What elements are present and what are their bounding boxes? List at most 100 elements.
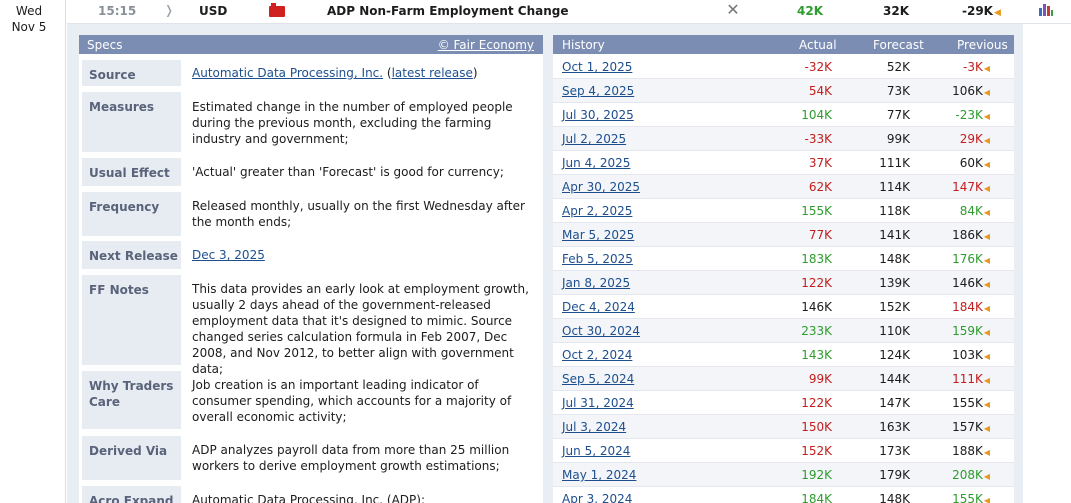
history-previous: 155K◀	[920, 396, 990, 410]
history-previous-value: 84K	[959, 204, 983, 218]
history-row: Sep 4, 2025 54K 73K 106K◀	[553, 79, 1014, 103]
history-actual: 77K	[808, 228, 832, 242]
history-previous-value: 176K	[952, 252, 983, 266]
history-date-link[interactable]: Sep 5, 2024	[562, 372, 634, 386]
history-previous-value: 188K	[952, 444, 983, 458]
history-row: Jul 31, 2024 122K 147K 155K◀	[553, 391, 1014, 415]
high-impact-folder-icon[interactable]	[269, 3, 285, 17]
history-col-actual: Actual	[799, 38, 837, 52]
spec-label-usual-effect: Usual Effect	[82, 158, 181, 186]
revision-arrow-icon: ◀	[983, 232, 990, 241]
history-forecast: 99K	[886, 132, 910, 146]
history-forecast: 77K	[886, 108, 910, 122]
specs-panel: Specs © Fair Economy Source Automatic Da…	[79, 35, 543, 503]
specs-title: Specs	[87, 38, 123, 52]
history-row: Apr 30, 2025 62K 114K 147K◀	[553, 175, 1014, 199]
history-previous: 146K◀	[920, 276, 990, 290]
history-actual: 99K	[808, 372, 832, 386]
history-actual: 150K	[801, 420, 832, 434]
revision-arrow-icon: ◀	[983, 280, 990, 289]
close-detail-icon[interactable]: ✕	[725, 2, 741, 18]
history-actual: 122K	[801, 396, 832, 410]
history-date-link[interactable]: Apr 30, 2025	[562, 180, 640, 194]
history-previous-value: 155K	[952, 396, 983, 410]
history-row: Oct 1, 2025 -32K 52K -3K◀	[553, 55, 1014, 79]
history-actual: 192K	[801, 468, 832, 482]
history-row: Oct 30, 2024 233K 110K 159K◀	[553, 319, 1014, 343]
revision-arrow-icon: ◀	[983, 64, 990, 73]
history-date-link[interactable]: Mar 5, 2025	[562, 228, 634, 242]
history-date-link[interactable]: Jul 30, 2025	[562, 108, 634, 122]
history-previous-value: 146K	[952, 276, 983, 290]
history-date-link[interactable]: Jun 4, 2025	[562, 156, 630, 170]
calendar-event-row[interactable]: 15:15 ❭ USD ADP Non-Farm Employment Chan…	[67, 0, 1071, 24]
next-release-link[interactable]: Dec 3, 2025	[192, 248, 265, 262]
date-month-day: Nov 5	[11, 20, 47, 34]
history-previous-value: 60K	[959, 156, 983, 170]
latest-release-link[interactable]: latest release	[392, 66, 473, 80]
history-forecast: 118K	[879, 204, 910, 218]
history-date-link[interactable]: Jul 31, 2024	[562, 396, 634, 410]
history-date-link[interactable]: Dec 4, 2024	[562, 300, 635, 314]
history-previous: 111K◀	[920, 372, 990, 386]
history-previous: -3K◀	[920, 60, 990, 74]
spec-value-why-traders-care: Job creation is an important leading ind…	[192, 378, 512, 424]
history-forecast: 148K	[879, 252, 910, 266]
revision-arrow-icon: ◀	[983, 88, 990, 97]
history-previous-value: 29K	[959, 132, 983, 146]
history-row: Jul 2, 2025 -33K 99K 29K◀	[553, 127, 1014, 151]
history-forecast: 111K	[879, 156, 910, 170]
history-previous: 188K◀	[920, 444, 990, 458]
history-previous-value: 103K	[952, 348, 983, 362]
history-row: Sep 5, 2024 99K 144K 111K◀	[553, 367, 1014, 391]
spec-value-frequency: Released monthly, usually on the first W…	[192, 199, 525, 229]
history-actual: 143K	[801, 348, 832, 362]
history-header: History Actual Forecast Previous	[553, 35, 1014, 54]
detail-arrow-icon: ❭	[164, 3, 175, 17]
history-forecast: 163K	[879, 420, 910, 434]
spec-label-why-traders-care: Why Traders Care	[82, 371, 181, 429]
history-previous: 159K◀	[920, 324, 990, 338]
revision-arrow-icon: ◀	[983, 448, 990, 457]
date-column: Wed Nov 5	[0, 0, 66, 503]
event-actual: 42K	[797, 4, 823, 18]
history-previous: 155K◀	[920, 492, 990, 503]
history-date-link[interactable]: Feb 5, 2025	[562, 252, 633, 266]
history-date-link[interactable]: Jan 8, 2025	[562, 276, 630, 290]
history-previous: 106K◀	[920, 84, 990, 98]
history-actual: 62K	[808, 180, 832, 194]
spec-value-usual-effect: 'Actual' greater than 'Forecast' is good…	[192, 165, 504, 179]
history-previous: 186K◀	[920, 228, 990, 242]
history-date-link[interactable]: Jul 3, 2024	[562, 420, 626, 434]
history-forecast: 73K	[886, 84, 910, 98]
revision-arrow-icon: ◀	[993, 8, 1001, 18]
event-time: 15:15	[98, 4, 137, 18]
history-row: Apr 2, 2025 155K 118K 84K◀	[553, 199, 1014, 223]
revision-arrow-icon: ◀	[983, 184, 990, 193]
history-previous: 147K◀	[920, 180, 990, 194]
history-previous: 176K◀	[920, 252, 990, 266]
source-link[interactable]: Automatic Data Processing, Inc.	[192, 66, 383, 80]
history-date-link[interactable]: May 1, 2024	[562, 468, 636, 482]
history-date-link[interactable]: Apr 3, 2024	[562, 492, 632, 503]
history-previous-value: 159K	[952, 324, 983, 338]
history-forecast: 110K	[879, 324, 910, 338]
history-date-link[interactable]: Apr 2, 2025	[562, 204, 632, 218]
history-date-link[interactable]: Oct 2, 2024	[562, 348, 632, 362]
spec-value-ff-notes: This data provides an early look at empl…	[192, 282, 529, 376]
history-forecast: 139K	[879, 276, 910, 290]
history-previous-value: 106K	[952, 84, 983, 98]
revision-arrow-icon: ◀	[983, 472, 990, 481]
bar-chart-icon[interactable]	[1038, 2, 1054, 16]
event-title[interactable]: ADP Non-Farm Employment Change	[327, 4, 569, 18]
revision-arrow-icon: ◀	[983, 328, 990, 337]
spec-value-derived-via: ADP analyzes payroll data from more than…	[192, 443, 510, 473]
history-forecast: 52K	[886, 60, 910, 74]
history-date-link[interactable]: Oct 1, 2025	[562, 60, 632, 74]
fair-economy-link[interactable]: © Fair Economy	[438, 38, 534, 52]
history-date-link[interactable]: Jul 2, 2025	[562, 132, 626, 146]
history-date-link[interactable]: Sep 4, 2025	[562, 84, 634, 98]
spec-label-acro-expand: Acro Expand	[82, 486, 181, 503]
history-date-link[interactable]: Oct 30, 2024	[562, 324, 640, 338]
history-date-link[interactable]: Jun 5, 2024	[562, 444, 630, 458]
